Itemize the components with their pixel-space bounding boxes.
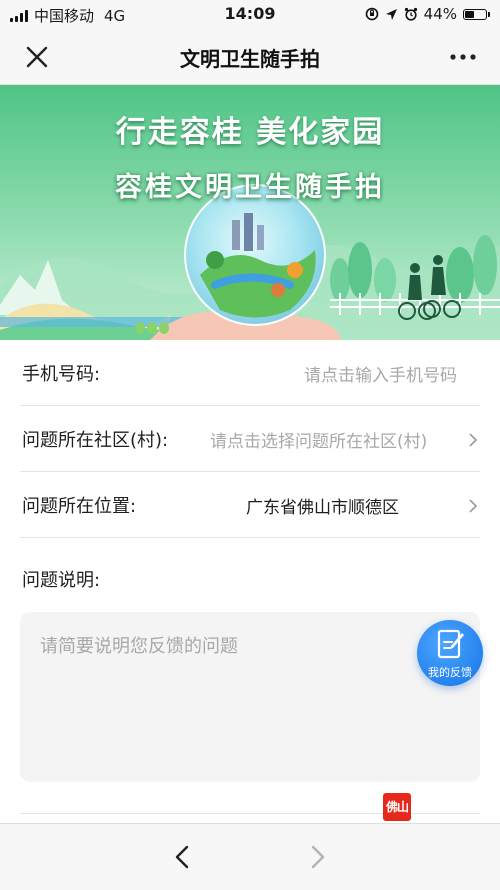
more-dots-icon[interactable]	[448, 46, 478, 68]
edit-note-icon	[437, 629, 464, 659]
battery-percent: 44%	[423, 5, 457, 23]
banner-subtitle: 容桂文明卫生随手拍	[115, 172, 385, 203]
nav-bar: 文明卫生随手拍	[0, 30, 500, 85]
phone-row[interactable]: 手机号码: 请点击输入手机号码	[0, 340, 500, 406]
location-label: 问题所在位置:	[22, 496, 137, 517]
location-arrow-icon	[385, 8, 397, 20]
location-value[interactable]: 广东省佛山市顺德区	[246, 493, 446, 518]
orientation-lock-icon	[365, 7, 378, 21]
location-row[interactable]: 问题所在位置: 广东省佛山市顺德区	[0, 472, 500, 538]
community-row[interactable]: 问题所在社区(村): 请点击选择问题所在社区(村)	[0, 406, 500, 472]
community-label: 问题所在社区(村):	[22, 430, 169, 451]
community-select[interactable]: 请点击选择问题所在社区(村)	[210, 427, 462, 452]
alarm-clock-icon	[404, 7, 417, 21]
battery-icon	[463, 8, 490, 20]
my-feedback-label: 我的反馈	[428, 666, 472, 679]
status-bar: 中国移动 4G 14:09 44%	[0, 0, 500, 30]
banner-slogan: 行走容桂 美化家园	[115, 115, 385, 150]
page-title: 文明卫生随手拍	[180, 47, 320, 71]
description-placeholder: 请简要说明您反馈的问题	[40, 636, 238, 657]
chevron-right-icon	[469, 433, 478, 447]
phone-input[interactable]: 请点击输入手机号码	[304, 361, 476, 386]
description-textarea[interactable]: 请简要说明您反馈的问题	[20, 612, 480, 782]
divider	[20, 537, 480, 538]
watermark-logo: 佛山	[383, 793, 411, 821]
chevron-right-icon	[469, 499, 478, 513]
phone-label: 手机号码:	[22, 364, 101, 385]
browser-toolbar	[0, 823, 500, 890]
my-feedback-button[interactable]: 我的反馈	[417, 620, 483, 686]
description-label: 问题说明:	[22, 570, 101, 591]
status-right: 44%	[365, 5, 490, 23]
chevron-right-icon[interactable]	[308, 844, 328, 870]
chevron-left-icon[interactable]	[172, 844, 192, 870]
banner: 行走容桂 美化家园 容桂文明卫生随手拍	[0, 85, 500, 340]
divider	[20, 813, 480, 814]
